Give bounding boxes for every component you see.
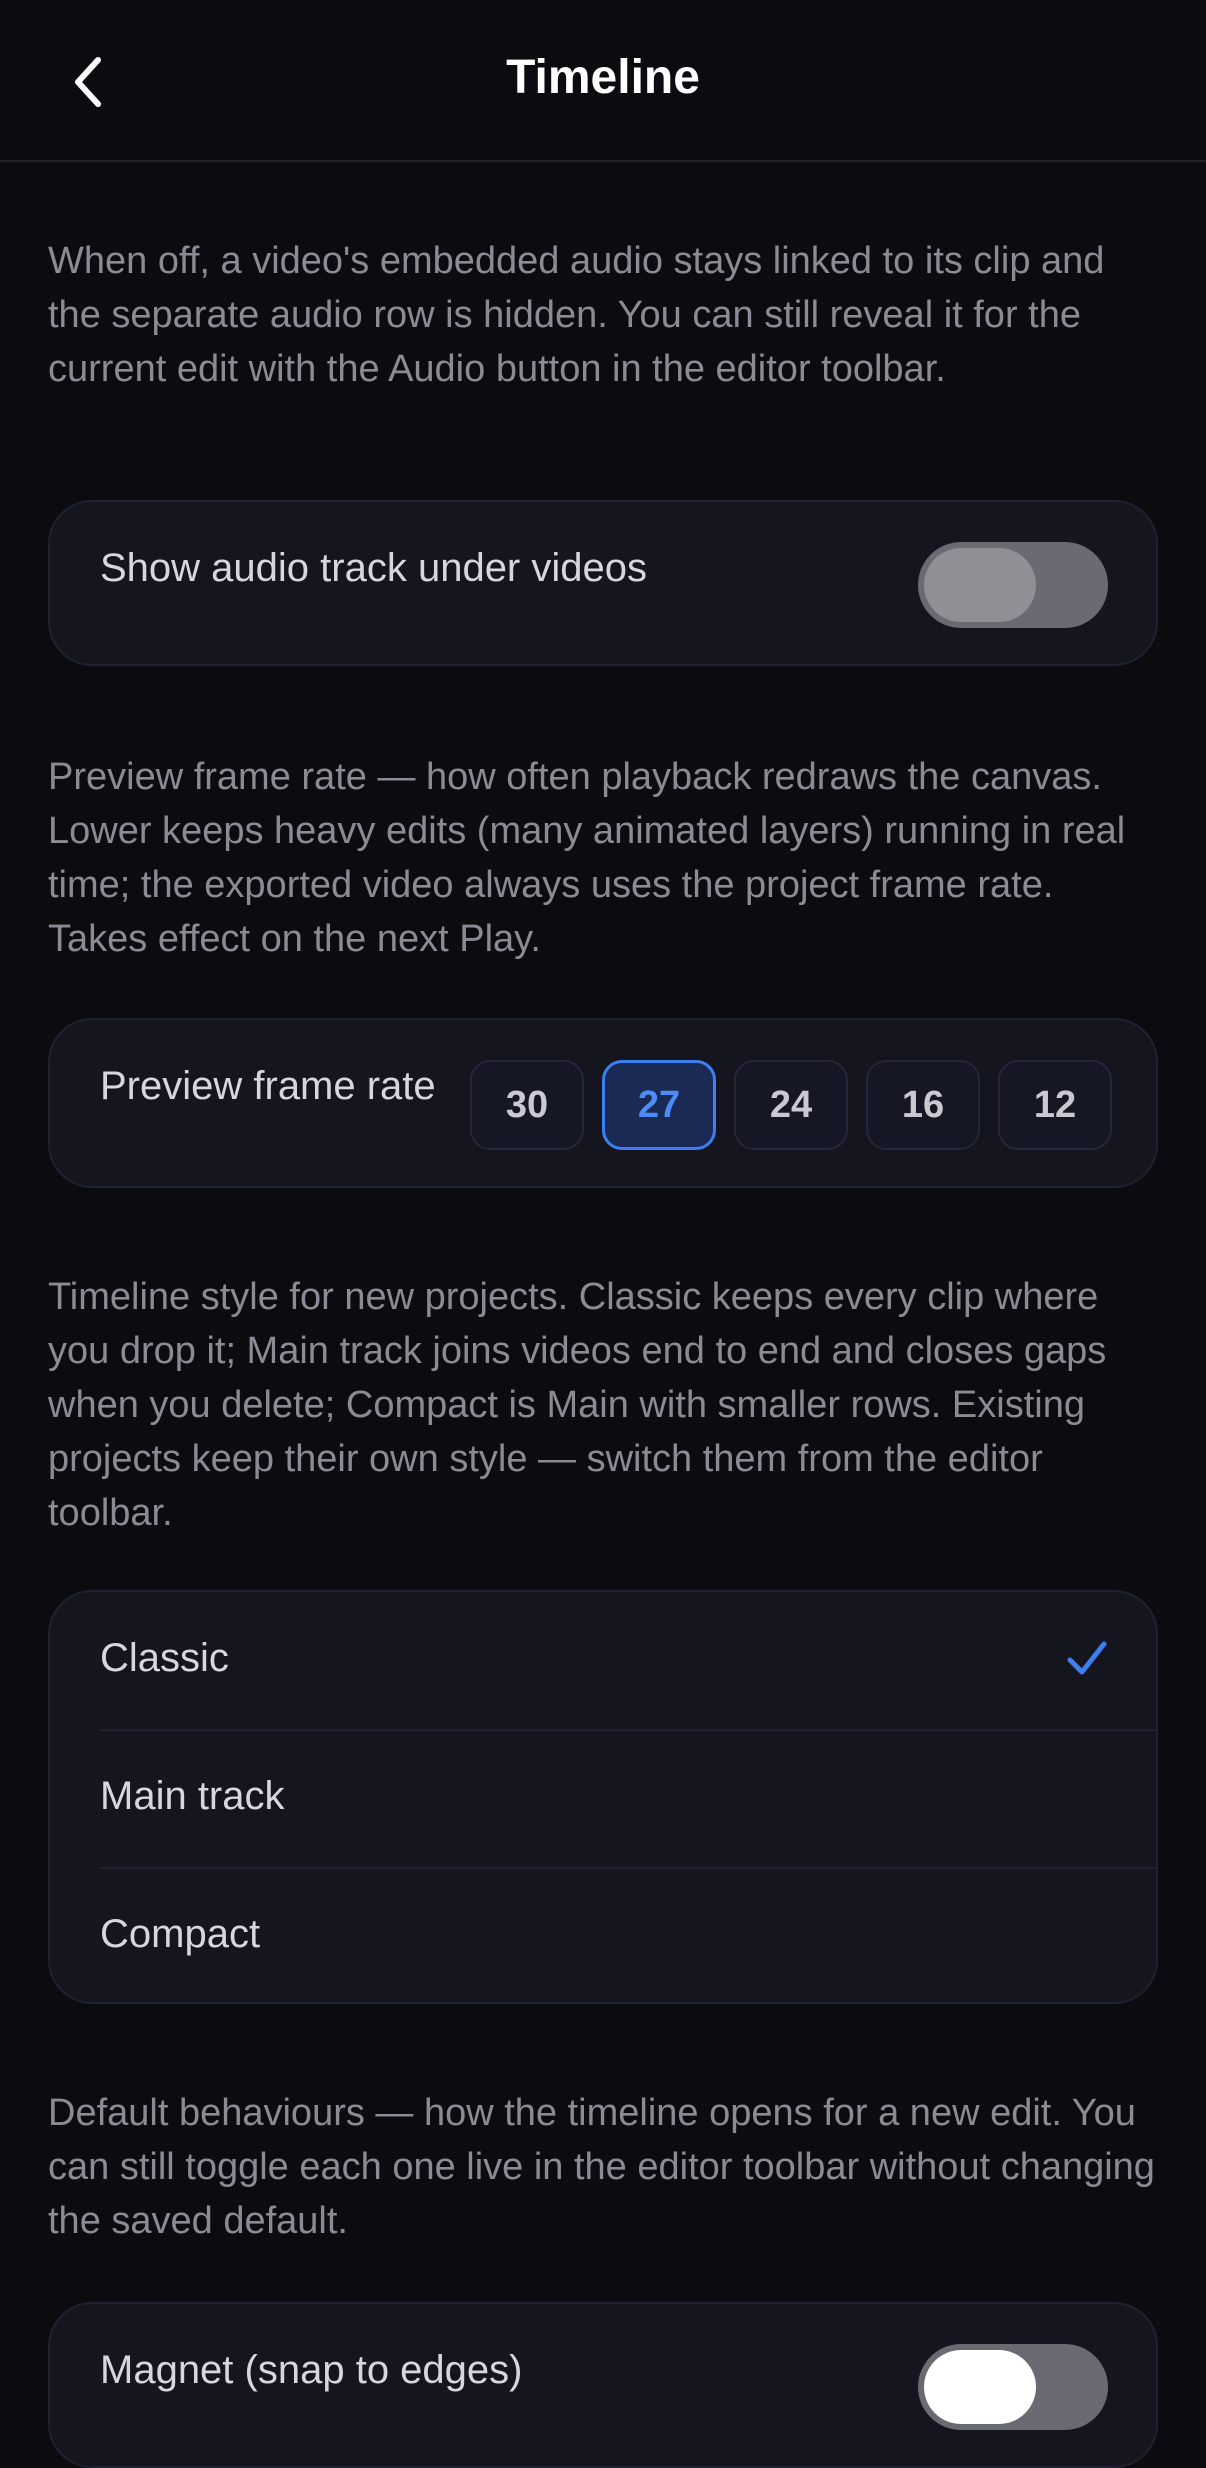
- fps-description: Preview frame rate — how often playback …: [48, 756, 1126, 960]
- defaults-description: Default behaviours — how the timeline op…: [48, 2092, 1155, 2242]
- fps-options: 30 27 24 16 12: [470, 1060, 1112, 1150]
- audio-track-label: Show audio track under videos: [100, 546, 647, 590]
- fps-card: Preview frame rate 30 27 24 16 12: [48, 1018, 1158, 1188]
- style-description: Timeline style for new projects. Classic…: [48, 1276, 1107, 1534]
- fps-option-24[interactable]: 24: [734, 1060, 848, 1150]
- audio-track-toggle[interactable]: [918, 542, 1108, 628]
- checkmark-icon: [1067, 1641, 1107, 1675]
- timeline-style-card: Classic Main track Compact: [48, 1590, 1158, 2004]
- magnet-card: Magnet (snap to edges): [48, 2302, 1158, 2468]
- audio-description: When off, a video's embedded audio stays…: [48, 240, 1105, 390]
- style-option-label: Main track: [100, 1774, 285, 1818]
- fps-option-16[interactable]: 16: [866, 1060, 980, 1150]
- style-option-label: Compact: [100, 1912, 261, 1956]
- style-option-main-track[interactable]: Main track: [50, 1730, 1156, 1868]
- toggle-knob: [924, 548, 1036, 622]
- fps-option-30[interactable]: 30: [470, 1060, 584, 1150]
- style-option-compact[interactable]: Compact: [50, 1868, 1156, 2002]
- nav-header: Timeline: [0, 0, 1206, 162]
- fps-option-12[interactable]: 12: [998, 1060, 1112, 1150]
- fps-option-27[interactable]: 27: [602, 1060, 716, 1150]
- style-option-label: Classic: [100, 1636, 229, 1680]
- toggle-knob: [924, 2350, 1036, 2424]
- page-title: Timeline: [506, 51, 700, 104]
- magnet-label: Magnet (snap to edges): [100, 2348, 523, 2392]
- audio-track-card: Show audio track under videos: [48, 500, 1158, 666]
- style-option-classic[interactable]: Classic: [50, 1592, 1156, 1730]
- fps-label: Preview frame rate: [100, 1064, 436, 1108]
- magnet-toggle[interactable]: [918, 2344, 1108, 2430]
